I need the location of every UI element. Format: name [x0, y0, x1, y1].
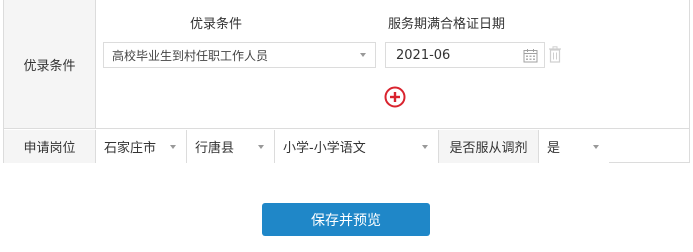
- county-select-value: 行唐县: [195, 141, 235, 156]
- subject-select[interactable]: 小学-小学语文: [275, 130, 438, 163]
- condition-select-value: 高校毕业生到村任职工作人员: [112, 48, 269, 63]
- save-and-preview-button[interactable]: 保存并预览: [262, 203, 430, 236]
- preferential-condition-row: 优录条件 优录条件 服务期满合格证日期 高校毕业生到村任职工作人员 2021-0…: [4, 0, 689, 129]
- application-form-table: 优录条件 优录条件 服务期满合格证日期 高校毕业生到村任职工作人员 2021-0…: [3, 0, 690, 163]
- chevron-down-icon: [360, 53, 366, 57]
- certificate-date-input[interactable]: 2021-06: [385, 42, 545, 68]
- preferential-condition-label: 优录条件: [4, 0, 96, 128]
- apply-position-row: 申请岗位 石家庄市 行唐县 小学-小学语文 是否服从调剂 是: [4, 130, 689, 163]
- chevron-down-icon: [258, 144, 264, 149]
- subject-select-value: 小学-小学语文: [283, 141, 366, 156]
- city-select-value: 石家庄市: [104, 141, 157, 156]
- accept-adjustment-select[interactable]: 是: [539, 130, 609, 163]
- condition-select[interactable]: 高校毕业生到村任职工作人员: [103, 42, 376, 68]
- certificate-date-column-header: 服务期满合格证日期: [388, 17, 506, 32]
- county-select[interactable]: 行唐县: [187, 130, 275, 163]
- certificate-date-value: 2021-06: [396, 47, 451, 63]
- trash-icon[interactable]: [548, 46, 562, 63]
- calendar-icon[interactable]: [523, 48, 538, 63]
- accept-adjustment-value: 是: [547, 141, 561, 156]
- city-select[interactable]: 石家庄市: [96, 130, 187, 163]
- apply-position-label: 申请岗位: [4, 130, 96, 163]
- condition-column-header: 优录条件: [190, 17, 243, 32]
- chevron-down-icon: [170, 144, 176, 149]
- add-circle-icon[interactable]: [384, 86, 406, 108]
- chevron-down-icon: [593, 144, 599, 149]
- accept-adjustment-label: 是否服从调剂: [438, 130, 539, 163]
- chevron-down-icon: [422, 144, 428, 149]
